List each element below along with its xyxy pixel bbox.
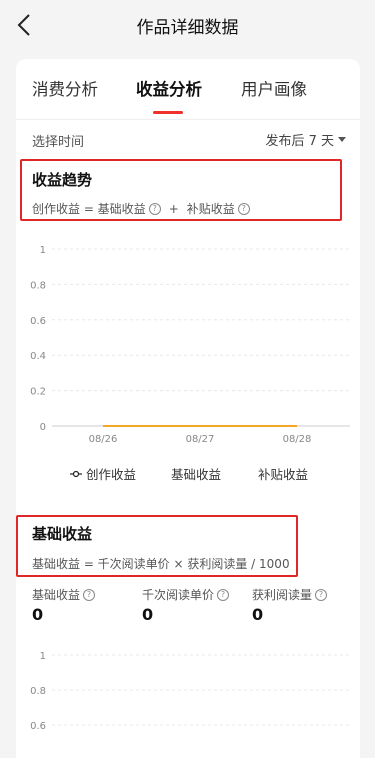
data-card: 消费分析 收益分析 用户画像 选择时间 发布后 7 天 收益趋势 创作收益 = … <box>16 59 360 758</box>
page-title: 作品详细数据 <box>136 18 239 38</box>
y-tick-label: 0.8 <box>30 686 46 697</box>
y-tick-label: 0.6 <box>30 721 46 732</box>
top-nav-bar: 作品详细数据 <box>0 0 375 50</box>
y-tick-label: 1 <box>40 651 46 662</box>
base-revenue-chart: 1 0.8 0.6 <box>30 651 350 732</box>
